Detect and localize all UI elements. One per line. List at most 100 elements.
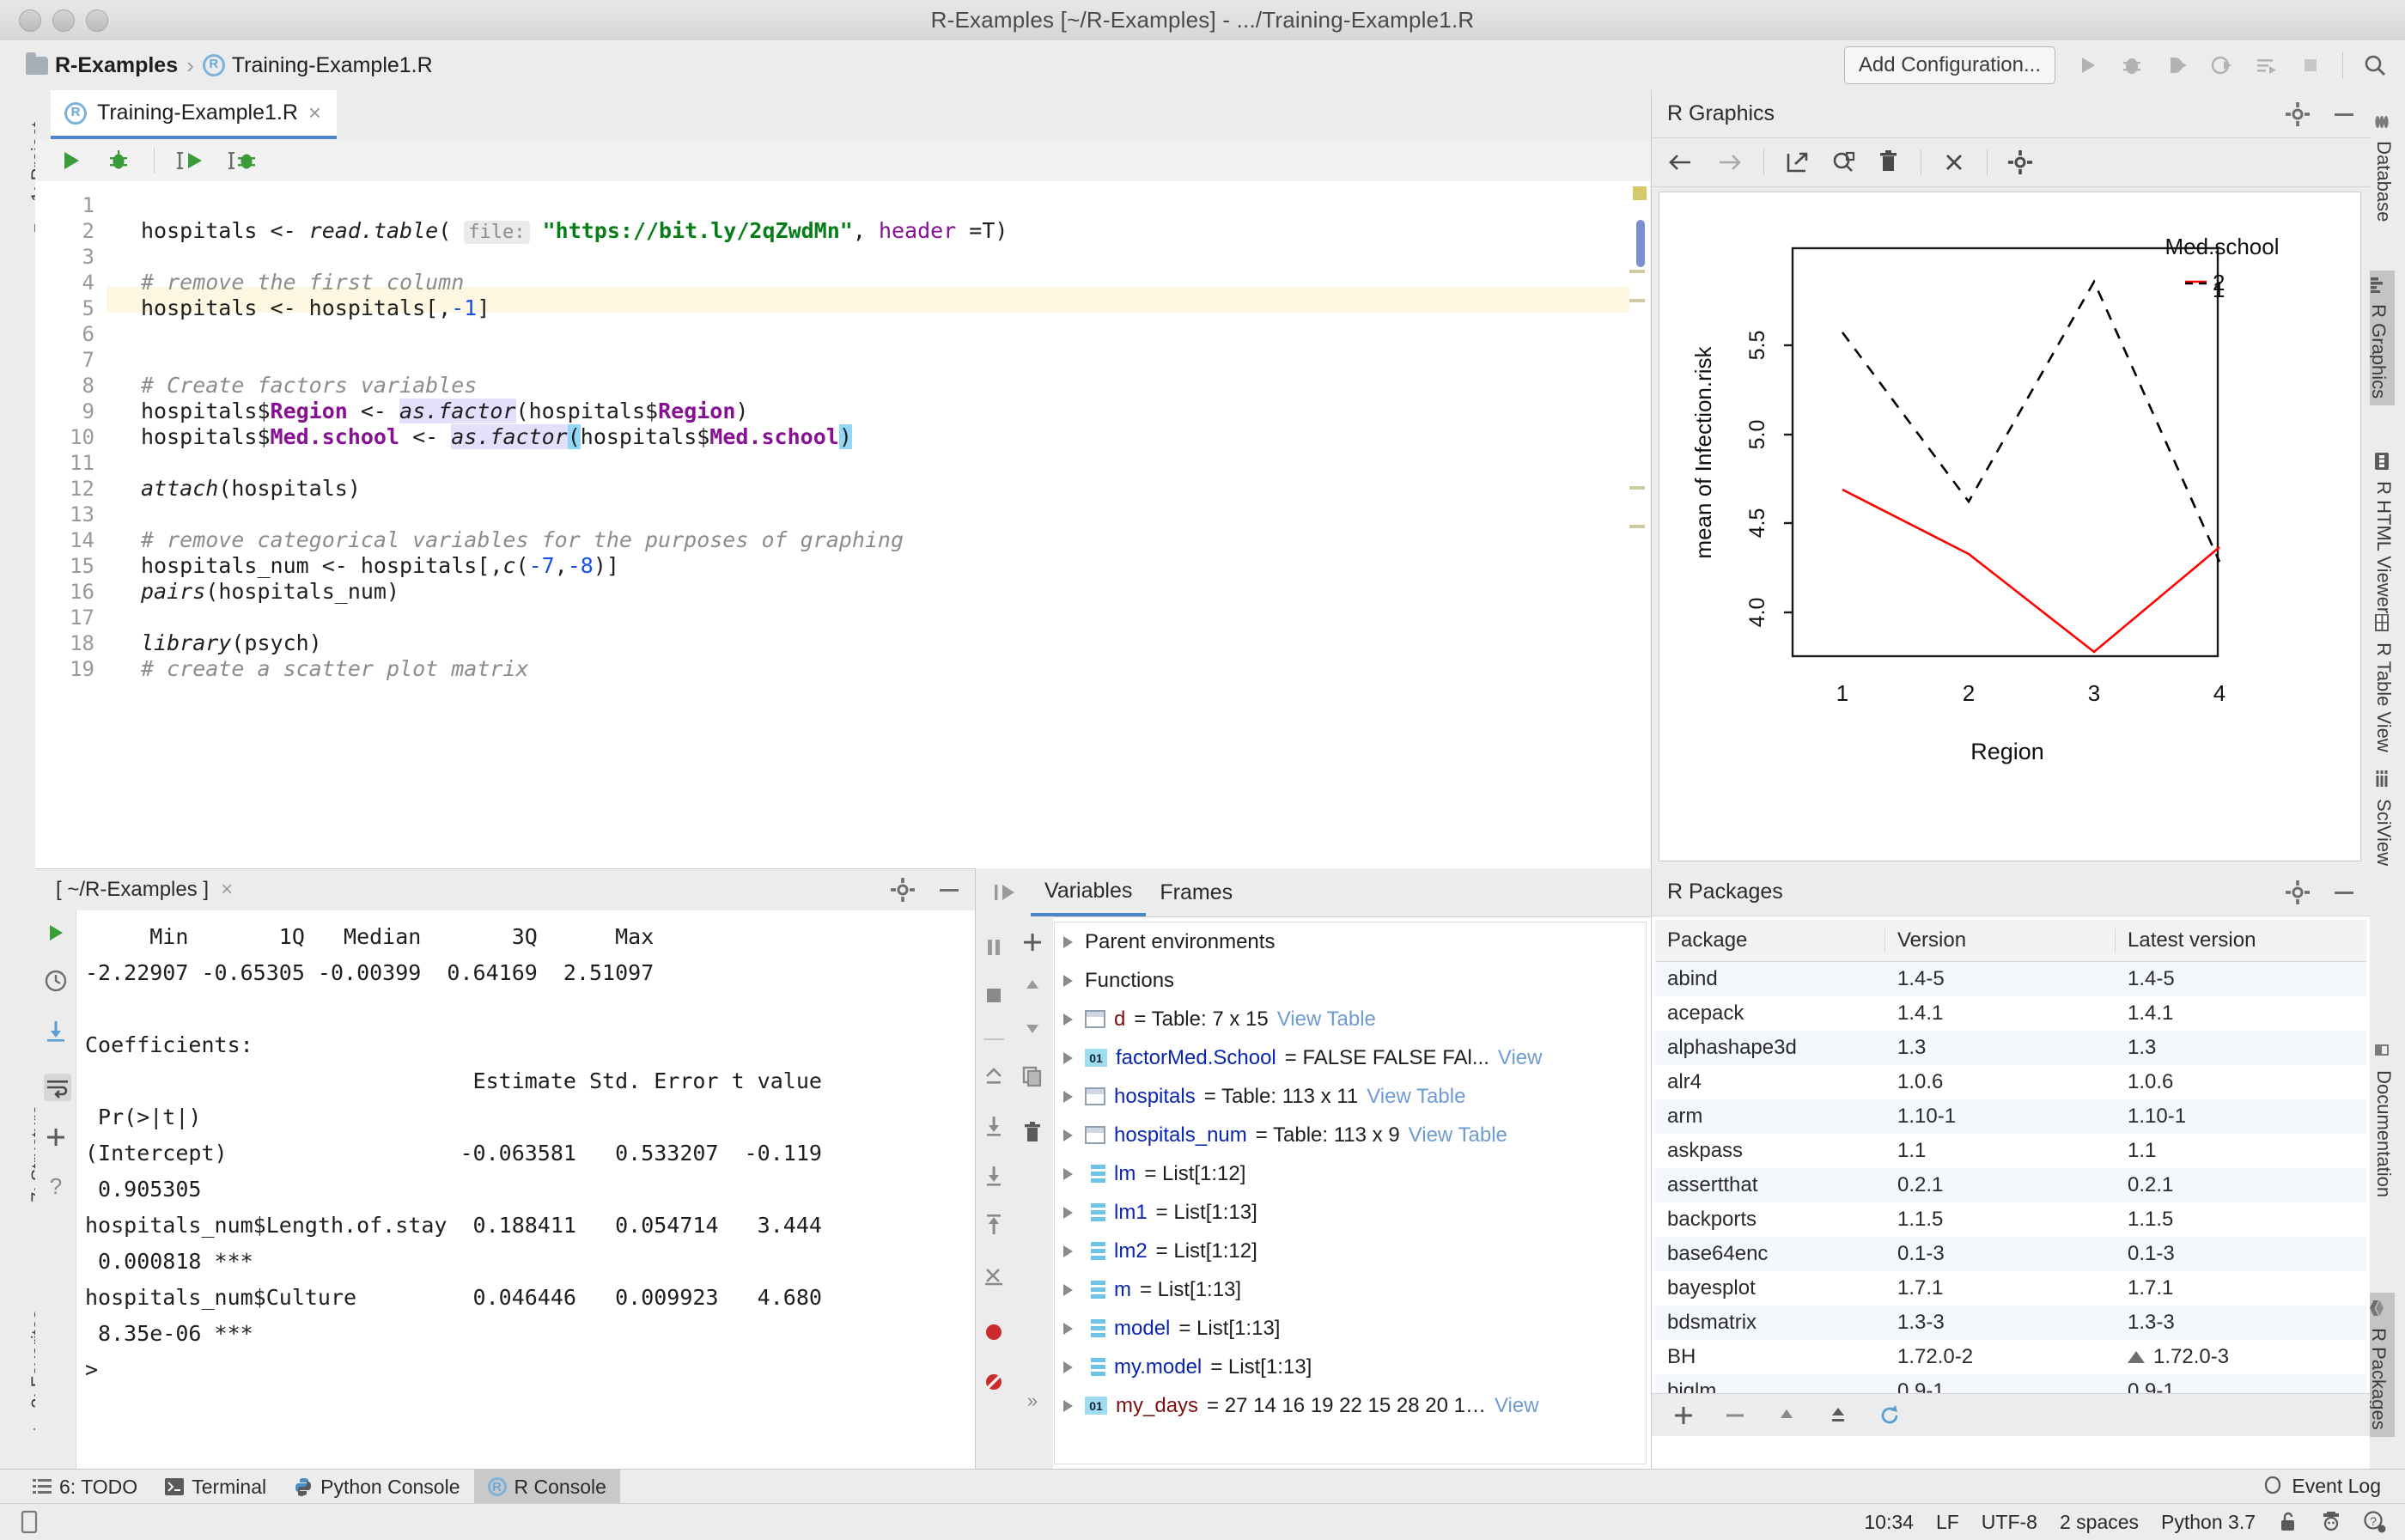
code-editor[interactable]: 1 2 3 4 5 6 7 8 9 10 11 12 13 14 15 16 1…	[35, 181, 1650, 868]
editor-tab-training-example1[interactable]: Training-Example1.R ×	[51, 90, 338, 139]
sidebar-item-documentation[interactable]: Documentation	[2372, 1044, 2395, 1197]
stop-icon[interactable]	[982, 983, 1006, 1007]
line-separator[interactable]: LF	[1936, 1511, 1959, 1534]
step-over-icon[interactable]	[976, 880, 1031, 904]
chevron-right-icon[interactable]	[1063, 1051, 1073, 1064]
run-anything-icon[interactable]	[2253, 52, 2279, 78]
minimize-icon[interactable]	[937, 878, 961, 902]
minimize-icon[interactable]	[2332, 102, 2356, 126]
table-row[interactable]: acepack 1.4.1 1.4.1	[1655, 996, 2366, 1031]
debug-icon[interactable]	[106, 148, 131, 173]
tool-tab-todo[interactable]: 6: TODO	[19, 1470, 151, 1504]
remove-icon[interactable]	[1722, 1403, 1748, 1428]
step-out-icon[interactable]	[982, 1064, 1006, 1088]
table-row[interactable]: assertthat 0.2.1 0.2.1	[1655, 1168, 2366, 1202]
up-arrow-icon[interactable]	[1020, 973, 1044, 997]
chevron-right-icon[interactable]	[1063, 1399, 1073, 1412]
tool-tab-r-console[interactable]: R Console	[473, 1470, 620, 1504]
soft-wrap-icon[interactable]	[44, 1074, 71, 1101]
close-icon[interactable]: ×	[308, 100, 321, 126]
list-item[interactable]: d = Table: 7 x 15 View Table	[1055, 1000, 1646, 1038]
list-item[interactable]: m = List[1:13]	[1055, 1270, 1646, 1309]
more-icon[interactable]: »	[1020, 1389, 1044, 1413]
list-item[interactable]: lm1 = List[1:13]	[1055, 1193, 1646, 1232]
table-row[interactable]: arm 1.10-1 1.10-1	[1655, 1099, 2366, 1134]
window-controls[interactable]	[19, 0, 108, 40]
gear-icon[interactable]	[2008, 150, 2032, 174]
step-down-2-icon[interactable]	[982, 1164, 1006, 1188]
column-header-package[interactable]: Package	[1655, 928, 1885, 953]
close-icon[interactable]: ×	[209, 878, 233, 902]
delete-icon[interactable]	[1878, 150, 1900, 174]
down-arrow-icon[interactable]	[1020, 1016, 1044, 1040]
table-row[interactable]: BH 1.72.0-2 1.72.0-3	[1655, 1340, 2366, 1374]
variables-tree[interactable]: Parent environments Functions d = Table:…	[1054, 922, 1647, 1464]
close-icon[interactable]	[1942, 150, 1966, 174]
memory-indicator-icon[interactable]	[19, 1510, 40, 1534]
tab-frames[interactable]: Frames	[1146, 868, 1246, 916]
table-row[interactable]: alr4 1.0.6 1.0.6	[1655, 1065, 2366, 1099]
run-icon[interactable]	[44, 921, 68, 945]
help-icon[interactable]: ?	[2364, 1511, 2386, 1533]
chevron-right-icon[interactable]	[1063, 935, 1073, 948]
view-link[interactable]: View	[1495, 1394, 1539, 1418]
chevron-right-icon[interactable]	[1063, 1360, 1073, 1373]
debug-icon[interactable]	[2119, 52, 2145, 78]
help-icon[interactable]: ?	[44, 1175, 68, 1199]
back-arrow-icon[interactable]	[1667, 150, 1695, 174]
step-down-icon[interactable]	[982, 1114, 1006, 1138]
profile-icon[interactable]	[2208, 52, 2234, 78]
trash-icon[interactable]	[1020, 1121, 1044, 1145]
list-item[interactable]: 01 my_days = 27 14 16 19 22 15 28 20 1… …	[1055, 1386, 1646, 1425]
mute-breakpoints-icon[interactable]	[982, 1370, 1006, 1394]
view-table-link[interactable]: View Table	[1277, 1007, 1376, 1032]
gear-icon[interactable]	[2286, 101, 2310, 126]
forward-arrow-icon[interactable]	[1715, 150, 1743, 174]
upgrade-all-icon[interactable]	[1825, 1403, 1851, 1428]
interpreter-setting[interactable]: Python 3.7	[2161, 1511, 2256, 1534]
evaluate-icon[interactable]	[982, 1263, 1006, 1287]
view-link[interactable]: View	[1498, 1046, 1543, 1070]
update-available-icon[interactable]	[2128, 1351, 2145, 1363]
run-selection-icon[interactable]	[177, 148, 206, 173]
import-icon[interactable]	[44, 1019, 68, 1043]
close-window-button[interactable]	[19, 9, 41, 32]
caret-position[interactable]: 10:34	[1864, 1511, 1914, 1534]
event-log-button[interactable]: Event Log	[2262, 1469, 2381, 1503]
breadcrumb-project[interactable]: R-Examples	[55, 53, 178, 78]
gear-icon[interactable]	[2286, 880, 2310, 904]
breadcrumb-file[interactable]: Training-Example1.R	[232, 53, 433, 78]
sidebar-item-r-html-viewer[interactable]: R HTML Viewer	[2372, 453, 2395, 613]
refresh-icon[interactable]	[1877, 1403, 1903, 1428]
column-header-latest-version[interactable]: Latest version	[2116, 928, 2366, 953]
chevron-right-icon[interactable]	[1063, 1013, 1073, 1026]
list-item[interactable]: my.model = List[1:13]	[1055, 1348, 1646, 1386]
list-item[interactable]: 01 factorMed.School = FALSE FALSE FAl...…	[1055, 1038, 1646, 1077]
sidebar-item-r-table-view[interactable]: R Table View	[2372, 614, 2395, 752]
list-item[interactable]: hospitals_num = Table: 113 x 9 View Tabl…	[1055, 1116, 1646, 1154]
inspection-status-icon[interactable]	[1633, 186, 1647, 200]
editor-scrollbar[interactable]	[1629, 181, 1650, 868]
chevron-right-icon[interactable]	[1063, 1206, 1073, 1219]
view-table-link[interactable]: View Table	[1367, 1085, 1465, 1109]
debug-selection-icon[interactable]	[228, 148, 258, 173]
tool-tab-terminal[interactable]: Terminal	[151, 1470, 280, 1504]
add-configuration-button[interactable]: Add Configuration...	[1843, 46, 2055, 84]
search-everywhere-icon[interactable]	[2362, 52, 2388, 78]
list-item[interactable]: model = List[1:13]	[1055, 1309, 1646, 1348]
minimize-icon[interactable]	[2332, 880, 2356, 904]
indent-setting[interactable]: 2 spaces	[2060, 1511, 2139, 1534]
table-row[interactable]: backports 1.1.5 1.1.5	[1655, 1202, 2366, 1237]
pause-icon[interactable]	[982, 935, 1006, 959]
sidebar-item-sciview[interactable]: SciView	[2372, 770, 2395, 866]
table-row[interactable]: abind 1.4-5 1.4-5	[1655, 962, 2366, 996]
r-plot-canvas[interactable]: 4.0 4.5 5.0 5.5 mean of Infection.risk 1…	[1659, 192, 2361, 861]
tool-tab-python-console[interactable]: Python Console	[280, 1470, 473, 1504]
column-header-version[interactable]: Version	[1885, 928, 2116, 953]
chevron-right-icon[interactable]	[1063, 1283, 1073, 1296]
add-icon[interactable]	[1020, 930, 1044, 954]
minimize-window-button[interactable]	[52, 9, 75, 32]
chevron-right-icon[interactable]	[1063, 974, 1073, 987]
table-row[interactable]: alphashape3d 1.3 1.3	[1655, 1031, 2366, 1065]
history-icon[interactable]	[44, 969, 68, 993]
